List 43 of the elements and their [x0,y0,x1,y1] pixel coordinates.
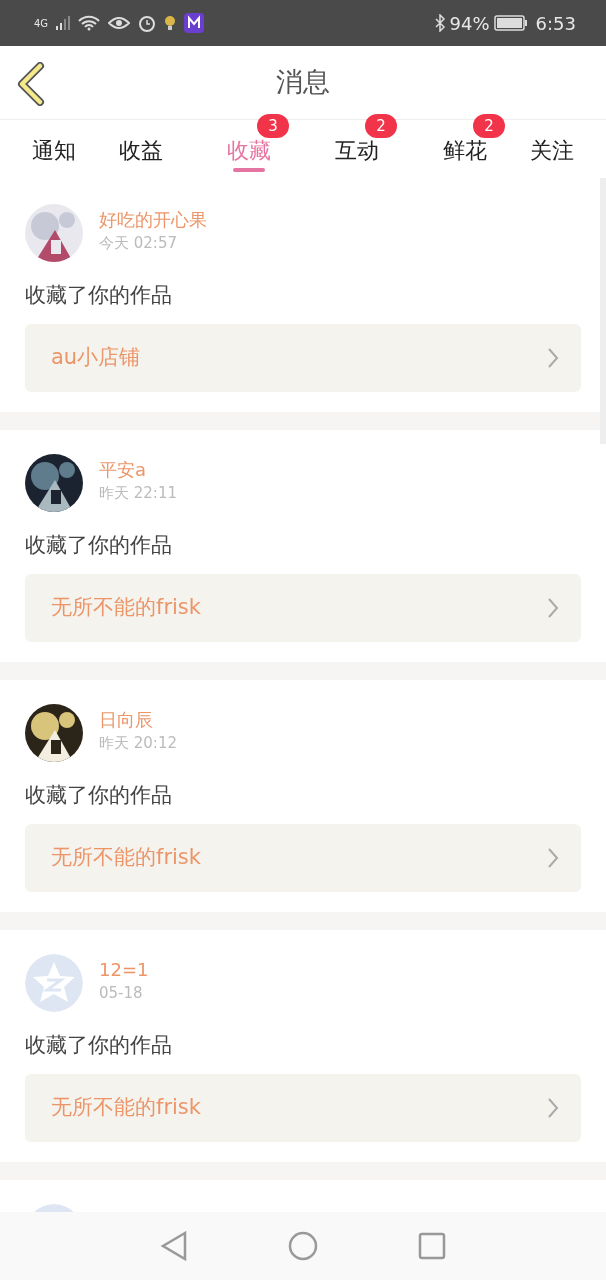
chevron-right-icon [547,596,559,619]
back-button[interactable] [16,62,46,106]
eye-icon [108,15,131,31]
timestamp: 昨天 20:12 [99,733,177,754]
count-badge: 3 [257,114,289,138]
bluetooth-icon [433,14,446,32]
count-badge: 2 [365,114,397,138]
page-title: 消息 [276,65,330,100]
back-icon[interactable] [160,1231,188,1261]
timestamp: 05-18 [99,983,144,1004]
message-text: 收藏了你的作品 [25,532,173,559]
work-link[interactable]: 无所不能的frisk [25,573,581,642]
username[interactable]: 12=1 [99,958,149,982]
username[interactable]: 平安a [99,458,177,482]
alarm-icon [138,14,157,32]
message-text: 收藏了你的作品 [25,1032,173,1059]
home-icon[interactable] [288,1231,318,1261]
chevron-right-icon [547,1096,559,1119]
chevron-right-icon [547,346,559,369]
battery-percent: 94% [449,11,490,36]
username[interactable]: 好吃的开心果 [99,208,207,232]
work-link[interactable]: 无所不能的frisk [25,1073,581,1142]
work-link[interactable]: au小店铺 [25,323,581,392]
chevron-right-icon [547,846,559,869]
wifi-icon [78,15,101,31]
bulb-icon [164,15,177,31]
signal-icon [56,15,71,31]
default-avatar-icon [25,954,83,1012]
battery-icon [493,15,528,31]
tab[interactable]: 收益 [117,120,165,172]
clock: 6:53 [535,11,576,36]
tab[interactable]: 通知 [30,120,78,172]
timestamp: 今天 02:57 [99,233,178,254]
network-label: 4G [34,16,49,31]
timestamp: 昨天 22:11 [99,483,177,504]
message-text: 收藏了你的作品 [25,782,173,809]
tab[interactable]: 关注 [528,120,576,172]
message-text: 收藏了你的作品 [25,282,173,309]
username[interactable]: 日向辰 [99,708,177,732]
count-badge: 2 [473,114,505,138]
app-icon [184,13,205,33]
recents-icon[interactable] [418,1232,446,1260]
work-link[interactable]: 无所不能的frisk [25,823,581,892]
